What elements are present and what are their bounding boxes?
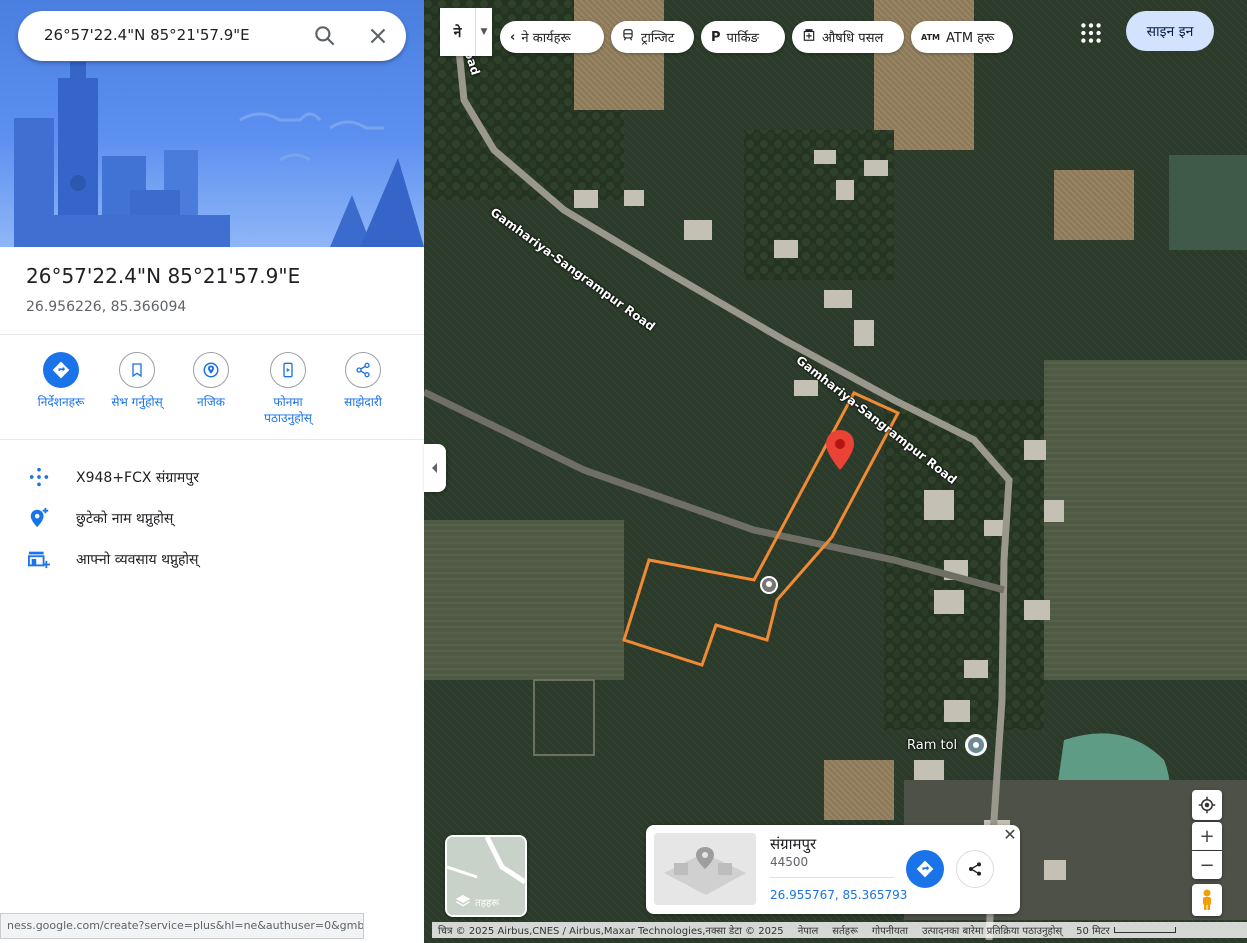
my-location-button[interactable] <box>1192 790 1222 820</box>
add-business-icon <box>26 547 52 571</box>
send-to-phone-button[interactable]: फोनमा पठाउनुहोस् <box>250 352 326 426</box>
plus-code-icon <box>26 465 52 489</box>
nearby-icon <box>193 352 229 388</box>
street-view-pegman-button[interactable] <box>1192 884 1222 916</box>
share-label: साझेदारी <box>344 395 382 409</box>
card-share-button[interactable] <box>956 850 994 888</box>
send-to-phone-label: फोनमा पठाउनुहोस् <box>264 395 312 425</box>
place-marker-icon[interactable] <box>964 733 988 761</box>
scale-label[interactable]: 50 मिटर <box>1076 923 1110 937</box>
save-button[interactable]: सेभ गर्नुहोस् <box>99 352 175 410</box>
divider <box>770 877 894 878</box>
card-close-icon[interactable]: ✕ <box>1000 825 1020 845</box>
directions-button[interactable]: निर्देशनहरू <box>23 352 99 410</box>
close-icon[interactable] <box>365 23 391 49</box>
plus-code-row[interactable]: X948+FCX संग्रामपुर <box>26 465 199 489</box>
chip-atm[interactable]: ATM ATM हरू <box>911 21 1013 53</box>
chevron-left-icon <box>432 463 437 473</box>
chevron-down-icon: ▼ <box>475 8 492 56</box>
share-icon <box>969 862 981 876</box>
chip-label: औषधि पसल <box>822 31 884 46</box>
send-to-phone-icon <box>270 352 306 388</box>
add-missing-place-row[interactable]: छुटेको नाम थप्नुहोस् <box>26 506 173 530</box>
scale-bar <box>1113 927 1176 933</box>
card-directions-button[interactable] <box>906 850 944 888</box>
chip-label: ATM हरू <box>946 31 995 46</box>
location-pin-icon[interactable] <box>826 430 854 474</box>
hero-illustration <box>0 0 424 247</box>
chevron-left-icon: ‹ <box>510 29 516 45</box>
card-postcode: 44500 <box>770 855 809 869</box>
share-button[interactable]: साझेदारी <box>325 352 401 410</box>
imagery-credit: चित्र © 2025 Airbus,CNES / Airbus,Maxar … <box>438 926 784 937</box>
add-business-text: आफ्नो व्यवसाय थप्नुहोस् <box>76 551 199 568</box>
pharmacy-icon <box>802 28 816 46</box>
nearby-button[interactable]: नजिक <box>173 352 249 410</box>
language-label: ने <box>453 24 462 41</box>
directions-icon <box>916 860 934 878</box>
place-label-ram-tol[interactable]: Ram tol <box>907 738 957 753</box>
feedback-link[interactable]: उत्पादनका बारेमा प्रतिक्रिया पठाउनुहोस् <box>922 923 1062 937</box>
zoom-out-button[interactable]: − <box>1192 851 1222 879</box>
layers-button[interactable]: तहहरू <box>445 835 527 917</box>
add-missing-place-text: छुटेको नाम थप्नुहोस् <box>76 510 174 527</box>
card-place-name: संग्रामपुर <box>770 835 817 853</box>
place-title: 26°57'22.4"N 85°21'57.9"E <box>26 264 301 288</box>
divider <box>0 439 424 440</box>
nearby-label: नजिक <box>197 395 225 409</box>
atm-icon: ATM <box>921 32 940 42</box>
zoom-in-button[interactable]: + <box>1192 822 1222 850</box>
divider <box>0 334 424 335</box>
side-panel: 26°57'22.4"N 85°21'57.9"E 26.956226, 85.… <box>0 0 425 943</box>
directions-icon <box>43 352 79 388</box>
bookmark-icon <box>119 352 155 388</box>
layers-label: तहहरू <box>475 898 500 909</box>
minus-icon: − <box>1199 854 1215 876</box>
save-label: सेभ गर्नुहोस् <box>111 395 163 409</box>
terms-link[interactable]: सर्तहरू <box>832 923 858 937</box>
collapse-panel-button[interactable] <box>424 444 446 492</box>
sign-in-button[interactable]: साइन इन <box>1126 11 1214 51</box>
language-selector[interactable]: ने ▼ <box>440 8 492 56</box>
card-coordinates[interactable]: 26.955767, 85.365793 <box>770 888 907 902</box>
plus-icon: + <box>1199 825 1215 847</box>
search-input[interactable] <box>42 25 296 45</box>
google-apps-icon[interactable] <box>1078 20 1104 46</box>
my-location-icon <box>1198 796 1216 814</box>
chip-label: पार्किङ <box>726 31 759 46</box>
pegman-icon <box>1203 889 1211 910</box>
place-marker-icon[interactable] <box>759 575 779 599</box>
chip-pharmacy[interactable]: औषधि पसल <box>792 21 904 53</box>
chip-transit[interactable]: ट्रान्जिट <box>611 21 694 53</box>
chip-parking[interactable]: P पार्किङ <box>701 21 785 53</box>
parking-icon: P <box>711 29 721 45</box>
plus-code-text: X948+FCX संग्रामपुर <box>76 469 199 486</box>
status-bar-url: ness.google.com/create?service=plus&hl=n… <box>0 913 364 939</box>
add-place-icon <box>26 506 52 530</box>
directions-label: निर्देशनहरू <box>37 395 85 409</box>
add-business-row[interactable]: आफ्नो व्यवसाय थप्नुहोस् <box>26 547 199 571</box>
chip-things-to-do[interactable]: ‹ ने कार्यहरू <box>500 21 604 53</box>
chip-label: ट्रान्जिट <box>641 31 675 46</box>
search-icon[interactable] <box>312 23 338 49</box>
map-attribution-bar: चित्र © 2025 Airbus,CNES / Airbus,Maxar … <box>432 922 1247 938</box>
transit-icon <box>621 28 635 46</box>
country-link[interactable]: नेपाल <box>798 923 819 937</box>
privacy-link[interactable]: गोपनीयता <box>872 923 908 937</box>
chip-label: ने कार्यहरू <box>521 31 571 46</box>
search-box <box>18 11 406 61</box>
share-icon <box>345 352 381 388</box>
place-thumbnail <box>654 833 756 905</box>
layers-icon <box>455 893 471 912</box>
place-decimal-coordinates: 26.956226, 85.366094 <box>26 299 187 315</box>
place-info-card[interactable]: संग्रामपुर 44500 26.955767, 85.365793 ✕ <box>646 825 1020 914</box>
satellite-map[interactable]: Gamhariya-Sangrampur Road Gamhariya-Sang… <box>424 0 1247 943</box>
